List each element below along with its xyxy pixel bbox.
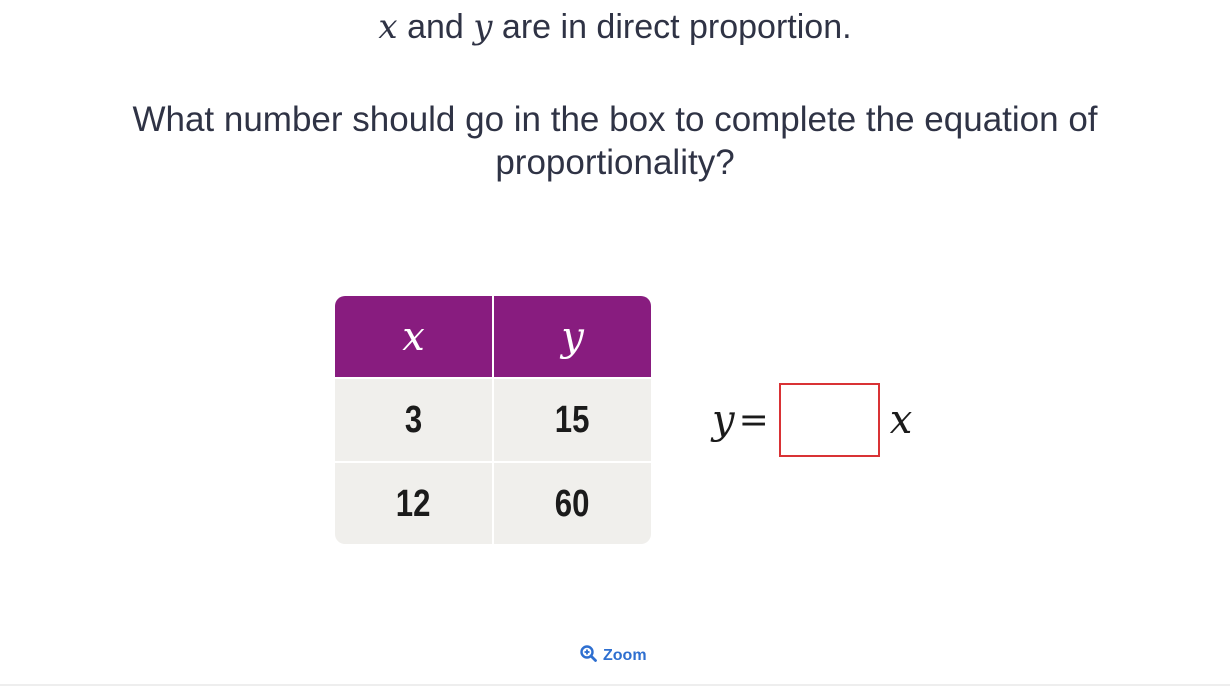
proportionality-equation: y = x <box>712 383 912 457</box>
equation-rhs: x <box>889 397 913 443</box>
table-header-y: y <box>494 296 651 377</box>
equation-lhs: y <box>712 397 735 443</box>
equals-sign: = <box>738 399 769 441</box>
zoom-label: Zoom <box>603 647 647 664</box>
connector-text: and <box>407 8 464 46</box>
statement-rest: are in direct proportion. <box>501 8 852 46</box>
proportion-statement: x and y are in direct proportion. <box>0 4 1230 50</box>
table-header-x: x <box>335 296 492 377</box>
table-cell: 12 <box>335 463 492 544</box>
var-x: x <box>378 7 398 47</box>
zoom-button[interactable]: Zoom <box>580 645 647 667</box>
zoom-in-icon <box>580 645 597 667</box>
answer-input-box[interactable] <box>778 383 880 457</box>
table-cell: 3 <box>335 379 492 461</box>
table-cell: 15 <box>494 379 651 461</box>
question-page: x and y are in direct proportion. What n… <box>0 0 1230 686</box>
table-cell: 60 <box>494 463 651 544</box>
question-text: What number should go in the box to comp… <box>132 100 1098 182</box>
var-y: y <box>473 7 493 47</box>
values-table: x y 3 15 12 60 <box>335 296 651 544</box>
